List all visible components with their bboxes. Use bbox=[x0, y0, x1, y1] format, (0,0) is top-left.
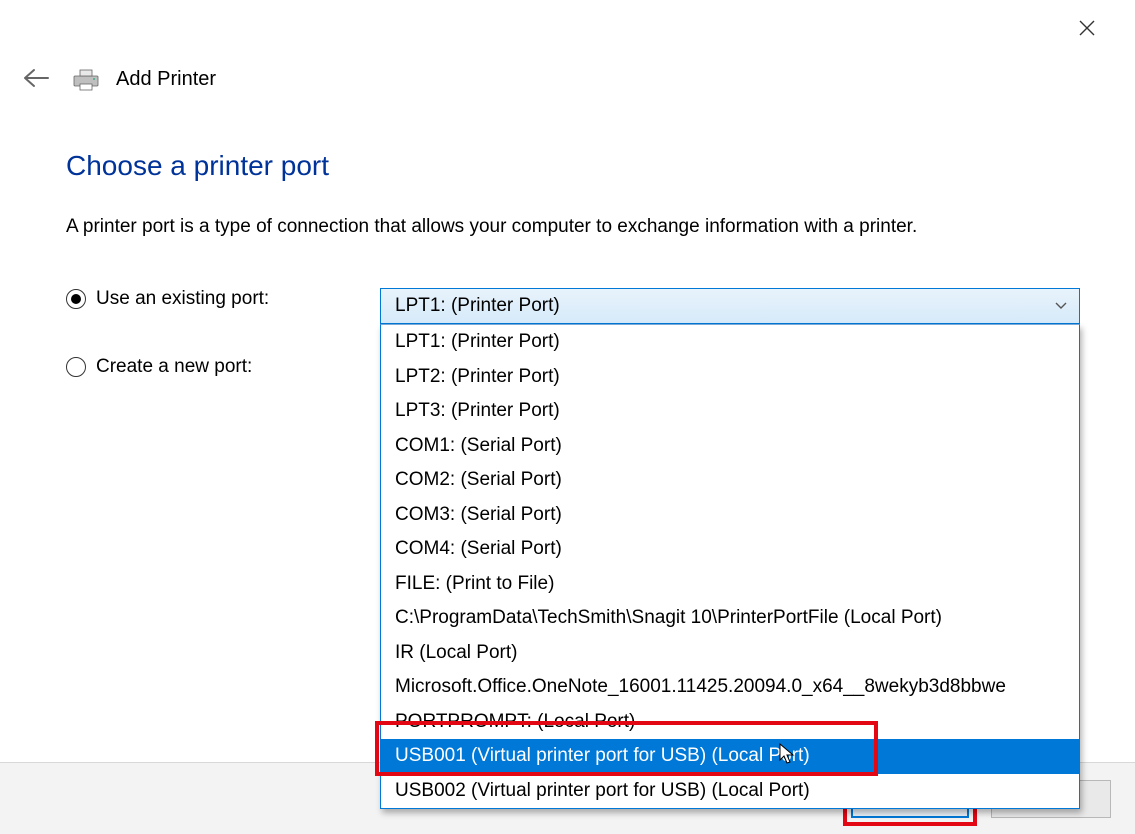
radio-create-port[interactable]: Create a new port: bbox=[66, 356, 380, 378]
page-heading: Choose a printer port bbox=[66, 150, 1085, 182]
port-option[interactable]: Microsoft.Office.OneNote_16001.11425.200… bbox=[381, 670, 1079, 705]
radio-create-label: Create a new port: bbox=[96, 356, 252, 378]
port-option[interactable]: FILE: (Print to File) bbox=[381, 567, 1079, 602]
printer-icon bbox=[72, 68, 100, 92]
close-icon bbox=[1079, 20, 1095, 36]
port-option[interactable]: COM2: (Serial Port) bbox=[381, 463, 1079, 498]
port-option[interactable]: LPT2: (Printer Port) bbox=[381, 360, 1079, 395]
port-option[interactable]: IR (Local Port) bbox=[381, 636, 1079, 671]
back-arrow-icon bbox=[22, 68, 50, 88]
port-option[interactable]: PORTPROMPT: (Local Port) bbox=[381, 705, 1079, 740]
chevron-down-icon bbox=[1055, 299, 1067, 313]
port-option[interactable]: COM3: (Serial Port) bbox=[381, 498, 1079, 533]
port-option[interactable]: COM4: (Serial Port) bbox=[381, 532, 1079, 567]
radio-indicator-icon bbox=[66, 289, 86, 309]
option-existing-port: Use an existing port: LPT1: (Printer Por… bbox=[66, 288, 1085, 324]
port-combobox-value: LPT1: (Printer Port) bbox=[395, 295, 560, 317]
radio-indicator-icon bbox=[66, 357, 86, 377]
port-option[interactable]: USB001 (Virtual printer port for USB) (L… bbox=[381, 739, 1079, 774]
port-option[interactable]: LPT1: (Printer Port) bbox=[381, 325, 1079, 360]
port-option[interactable]: LPT3: (Printer Port) bbox=[381, 394, 1079, 429]
port-option[interactable]: COM1: (Serial Port) bbox=[381, 429, 1079, 464]
port-combo-container: LPT1: (Printer Port) LPT1: (Printer Port… bbox=[380, 288, 1080, 324]
back-button[interactable] bbox=[16, 62, 56, 97]
port-option[interactable]: C:\ProgramData\TechSmith\Snagit 10\Print… bbox=[381, 601, 1079, 636]
close-button[interactable] bbox=[1069, 12, 1105, 46]
wizard-content: Choose a printer port A printer port is … bbox=[66, 150, 1085, 410]
port-combobox[interactable]: LPT1: (Printer Port) bbox=[380, 288, 1080, 324]
port-option[interactable]: USB002 (Virtual printer port for USB) (L… bbox=[381, 774, 1079, 809]
wizard-header: Add Printer bbox=[16, 62, 216, 97]
radio-existing-port[interactable]: Use an existing port: bbox=[66, 288, 380, 310]
radio-existing-label: Use an existing port: bbox=[96, 288, 269, 310]
window-title: Add Printer bbox=[116, 68, 216, 91]
page-description: A printer port is a type of connection t… bbox=[66, 216, 1085, 238]
port-dropdown-list[interactable]: LPT1: (Printer Port)LPT2: (Printer Port)… bbox=[380, 324, 1080, 809]
